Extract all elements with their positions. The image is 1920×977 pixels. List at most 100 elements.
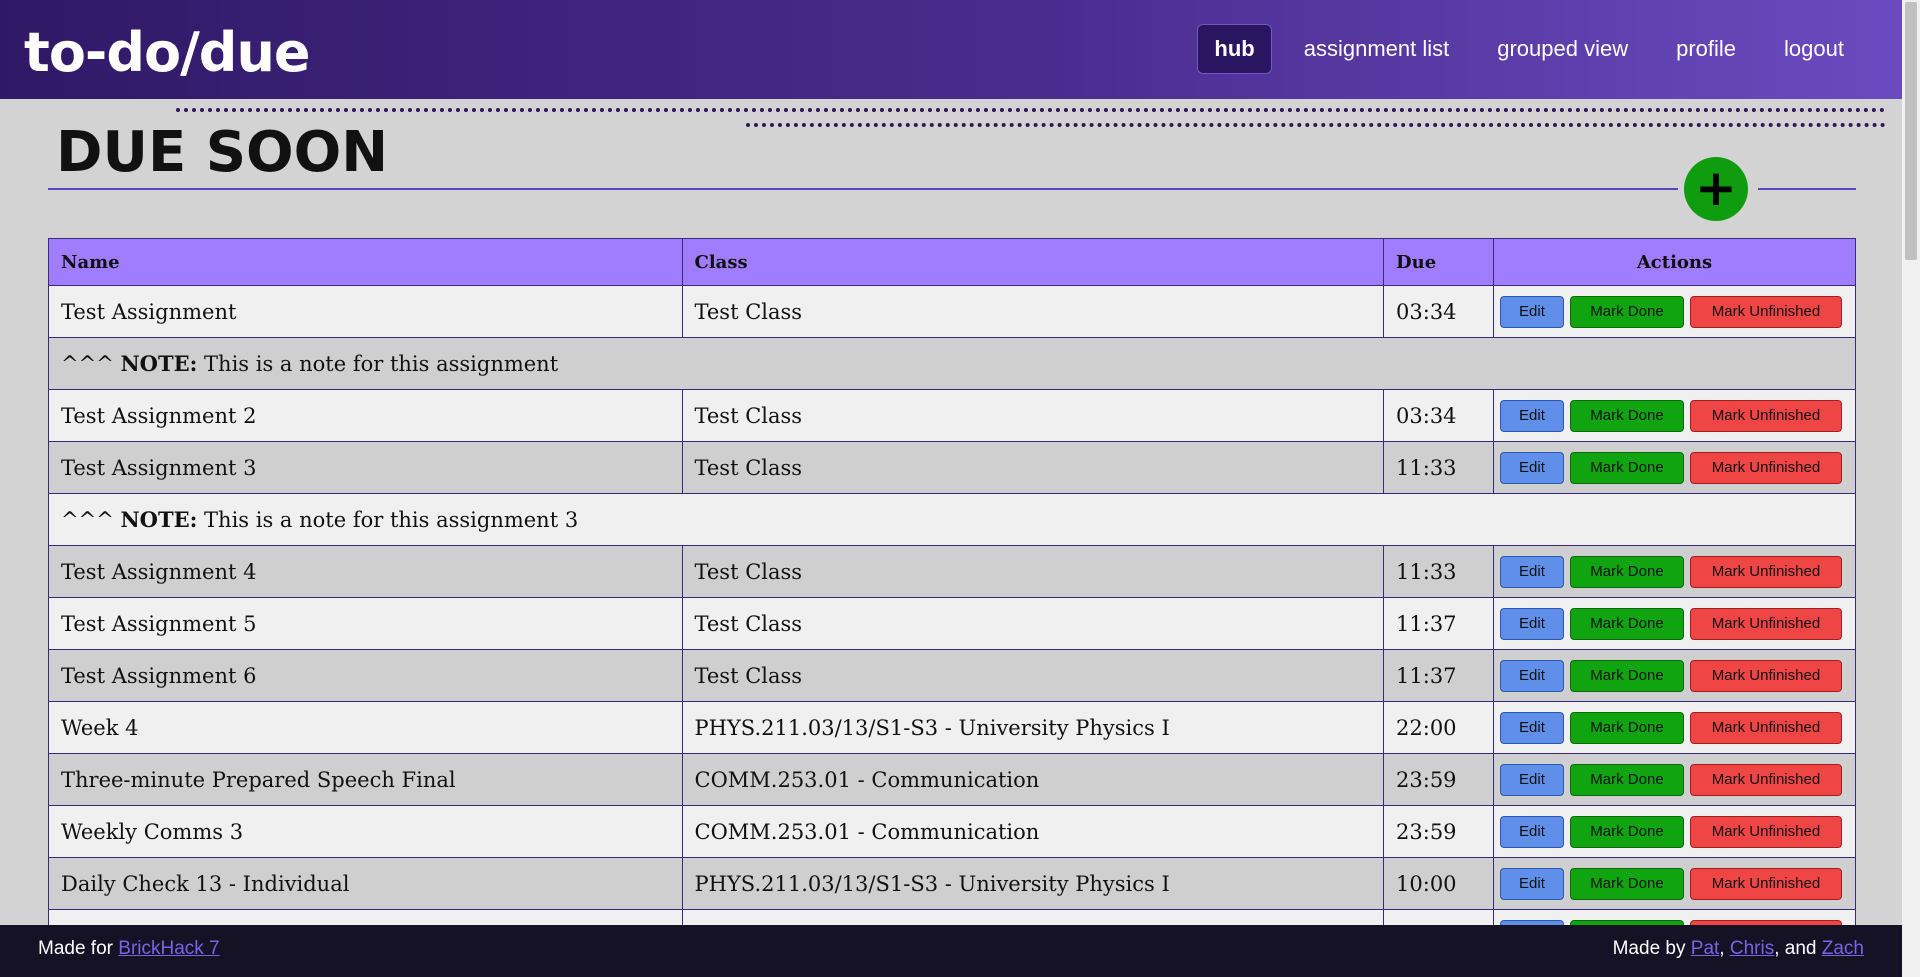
mark-unfinished-button[interactable]: Mark Unfinished xyxy=(1689,711,1842,744)
mark-done-button[interactable]: Mark Done xyxy=(1569,399,1684,432)
edit-button[interactable]: Edit xyxy=(1499,607,1564,640)
edit-button[interactable]: Edit xyxy=(1499,295,1564,328)
cell-actions: EditMark DoneMark Unfinished xyxy=(1492,441,1856,494)
author-link-chris[interactable]: Chris xyxy=(1730,938,1774,959)
author-separator: , xyxy=(1719,938,1725,959)
cell-actions: EditMark DoneMark Unfinished xyxy=(1492,389,1856,442)
mark-unfinished-button[interactable]: Mark Unfinished xyxy=(1689,763,1842,796)
table-row: Test Assignment 2 Test Class 03:34 Edit Mark… xyxy=(48,389,1856,442)
edit-button[interactable]: Edit xyxy=(1499,711,1564,744)
cell-due: 11:33 xyxy=(1383,545,1494,598)
cell-actions: EditMark DoneMark Unfinished xyxy=(1492,285,1856,338)
dotted-divider xyxy=(176,108,1886,112)
cell-due: 23:59 xyxy=(1383,753,1494,806)
column-header-due: Due xyxy=(1383,238,1494,286)
cell-name xyxy=(48,909,683,926)
top-header: to-do/due hub assignment list grouped view… xyxy=(0,0,1902,99)
cell-class: COMM.253.01 - Communication xyxy=(681,805,1385,858)
mark-unfinished-button[interactable]: Mark Unfinished xyxy=(1689,659,1842,692)
note-prefix: ^^^ xyxy=(61,508,114,532)
cell-name: Test Assignment 6 xyxy=(48,649,683,702)
page-title: DUE SOON xyxy=(56,120,389,185)
mark-done-button[interactable]: Mark Done xyxy=(1569,711,1684,744)
assignments-table: Name Class Due Actions Test Assignment Te… xyxy=(48,238,1856,926)
author-link-pat[interactable]: Pat xyxy=(1691,938,1720,959)
title-underline xyxy=(48,188,1678,190)
cell-name: Test Assignment 2 xyxy=(48,389,683,442)
edit-button[interactable]: Edit xyxy=(1499,815,1564,848)
mark-done-button[interactable]: Mark Done xyxy=(1569,867,1684,900)
cell-class: Test Class xyxy=(681,285,1385,338)
mark-unfinished-button[interactable]: Mark Unfinished xyxy=(1689,555,1842,588)
mark-unfinished-button[interactable]: Mark Unfinished xyxy=(1689,815,1842,848)
page-scrollbar[interactable] xyxy=(1902,0,1920,977)
cell-class: Test Class xyxy=(681,441,1385,494)
nav-profile[interactable]: profile xyxy=(1652,25,1760,73)
cell-name: Test Assignment 4 xyxy=(48,545,683,598)
note-text: This is a note for this assignment 3 xyxy=(204,508,579,532)
mark-done-button[interactable]: Mark Done xyxy=(1569,659,1684,692)
mark-unfinished-button[interactable]: Mark Unfinished xyxy=(1689,399,1842,432)
cell-class: Test Class xyxy=(681,545,1385,598)
logo[interactable]: to-do/due xyxy=(24,18,311,88)
brickhack-link[interactable]: BrickHack 7 xyxy=(118,938,219,959)
dotted-divider xyxy=(746,123,1886,127)
table-row: Three-minute Prepared Speech Final COMM.2… xyxy=(48,753,1856,806)
cell-actions: EditMark DoneMark Unfinished xyxy=(1492,753,1856,806)
top-nav: hub assignment list grouped view profile log… xyxy=(1197,24,1868,74)
column-header-name: Name xyxy=(48,238,683,286)
mark-done-button[interactable]: Mark Done xyxy=(1569,607,1684,640)
cell-class: PHYS.211.03/13/S1-S3 - University Physic… xyxy=(681,857,1385,910)
mark-done-button[interactable]: Mark Done xyxy=(1569,451,1684,484)
cell-name: Test Assignment 5 xyxy=(48,597,683,650)
table-row: Test Assignment Test Class 03:34 Edit Mark D… xyxy=(48,285,1856,338)
cell-actions: EditMark DoneMark Unfinished xyxy=(1492,597,1856,650)
cell-due: 10:00 xyxy=(1383,857,1494,910)
edit-button[interactable]: Edit xyxy=(1499,399,1564,432)
edit-button[interactable]: Edit xyxy=(1499,451,1564,484)
table-row: Test Assignment 5 Test Class 11:37 Edit Mark… xyxy=(48,597,1856,650)
cell-due: 03:34 xyxy=(1383,285,1494,338)
note-row: ^^^ NOTE: This is a note for this assign… xyxy=(48,337,1856,390)
nav-hub[interactable]: hub xyxy=(1197,24,1272,74)
assignments-table-container: Name Class Due Actions Test Assignment Te… xyxy=(48,238,1856,926)
cell-due: 11:33 xyxy=(1383,441,1494,494)
cell-class xyxy=(681,909,1385,926)
note-label: NOTE: xyxy=(120,351,198,376)
scrollbar-thumb[interactable] xyxy=(1905,2,1917,260)
add-assignment-button[interactable]: + xyxy=(1684,157,1748,221)
mark-unfinished-button[interactable]: Mark Unfinished xyxy=(1689,867,1842,900)
mark-unfinished-button[interactable]: Mark Unfinished xyxy=(1689,451,1842,484)
cell-due xyxy=(1383,909,1494,926)
mark-done-button[interactable]: Mark Done xyxy=(1569,815,1684,848)
cell-class: Test Class xyxy=(681,649,1385,702)
footer-made-by: Made by Pat, Chris, and Zach xyxy=(1613,938,1864,960)
cell-name: Weekly Comms 3 xyxy=(48,805,683,858)
cell-name: Week 4 xyxy=(48,701,683,754)
nav-grouped-view[interactable]: grouped view xyxy=(1473,25,1652,73)
mark-done-button[interactable]: Mark Done xyxy=(1569,763,1684,796)
mark-done-button[interactable]: Mark Done xyxy=(1569,555,1684,588)
mark-unfinished-button[interactable]: Mark Unfinished xyxy=(1689,295,1842,328)
edit-button[interactable]: Edit xyxy=(1499,867,1564,900)
author-separator: , and xyxy=(1774,938,1817,959)
cell-actions: EditMark DoneMark Unfinished xyxy=(1492,909,1856,926)
made-by-label: Made by xyxy=(1612,938,1686,959)
nav-logout[interactable]: logout xyxy=(1760,25,1868,73)
logo-text: to-do/due xyxy=(24,21,311,84)
table-row: Test Assignment 4 Test Class 11:33 Edit Mark… xyxy=(48,545,1856,598)
cell-class: Test Class xyxy=(681,597,1385,650)
cell-name: Test Assignment 3 xyxy=(48,441,683,494)
table-header-row: Name Class Due Actions xyxy=(48,238,1856,286)
edit-button[interactable]: Edit xyxy=(1499,555,1564,588)
table-row: EditMark DoneMark Unfinished xyxy=(48,909,1856,926)
nav-assignment-list[interactable]: assignment list xyxy=(1280,25,1474,73)
note-cell: ^^^ NOTE: This is a note for this assign… xyxy=(48,337,1856,390)
mark-unfinished-button[interactable]: Mark Unfinished xyxy=(1689,607,1842,640)
edit-button[interactable]: Edit xyxy=(1499,763,1564,796)
author-link-zach[interactable]: Zach xyxy=(1822,938,1864,959)
cell-due: 11:37 xyxy=(1383,649,1494,702)
mark-done-button[interactable]: Mark Done xyxy=(1569,295,1684,328)
edit-button[interactable]: Edit xyxy=(1499,659,1564,692)
cell-due: 11:37 xyxy=(1383,597,1494,650)
